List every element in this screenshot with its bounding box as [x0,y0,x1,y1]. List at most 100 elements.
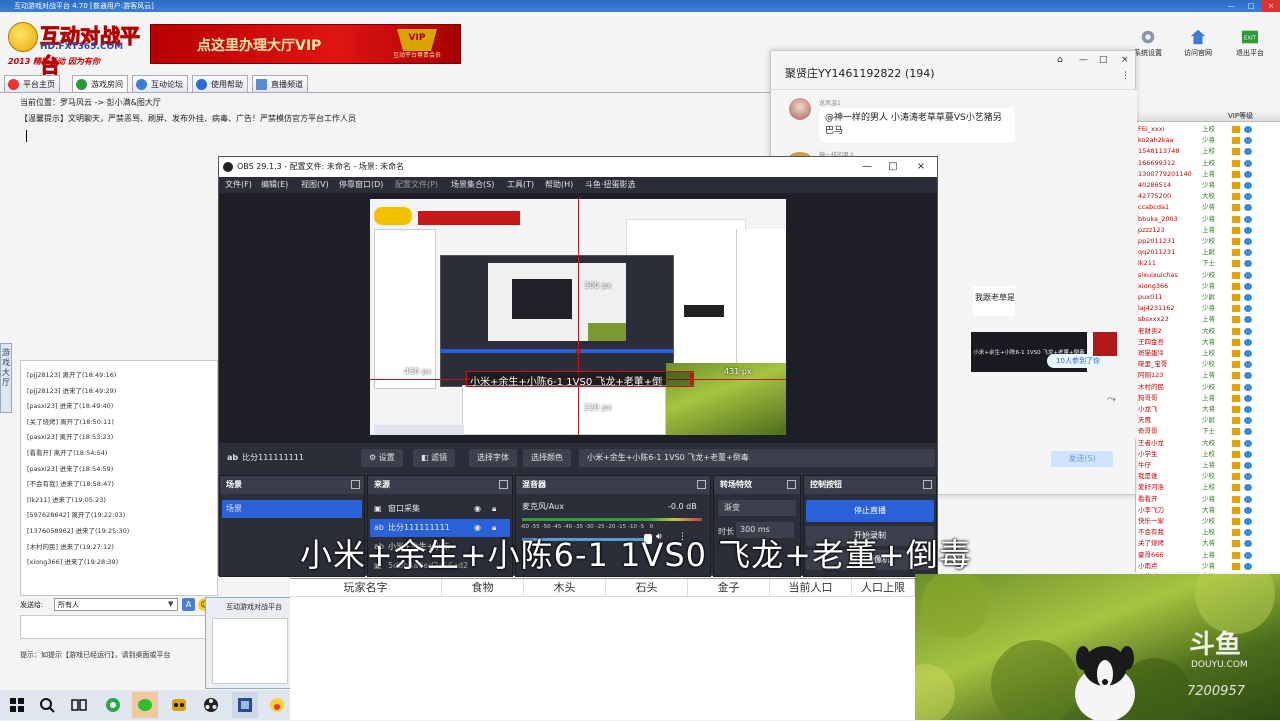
transform-handle[interactable] [690,373,694,385]
send-target-select[interactable]: 所有人 [54,598,178,611]
tab-live-channel[interactable]: 直播频道 [252,75,308,92]
menu-edit[interactable]: 编辑(E) [261,177,288,193]
popout-icon[interactable] [923,480,932,489]
user-list-row[interactable]: 豪哥666 上将 [1136,550,1280,561]
user-list-row[interactable]: bbuka_2003 少将 [1136,214,1280,225]
close-icon[interactable]: × [1262,0,1280,12]
mascot-app-icon[interactable] [268,696,286,714]
user-list-row[interactable]: laj4231162 少将 [1136,303,1280,314]
select-font-button[interactable]: 选择字体 [469,449,517,467]
user-list-row[interactable]: 阿刚123 上将 [1136,370,1280,381]
popout-icon[interactable] [697,480,706,489]
user-list-row[interactable]: 166699312 上校 [1136,158,1280,169]
join-count-badge[interactable]: 10人参到了你 [1047,354,1109,368]
text-source-input[interactable]: 小米+余生+小陈6-1 1VS0 飞龙+老董+倒毒 [579,449,935,467]
player-stats-table[interactable]: 玩家名字 食物 木头 石头 金子 当前人口 人口上限 [290,578,915,720]
user-list-row[interactable]: 不会有我 上校 [1136,527,1280,538]
user-list-row[interactable]: 木村的民 少校 [1136,382,1280,393]
popout-icon[interactable] [351,480,360,489]
user-list-row[interactable]: qq2011231 上尉 [1136,247,1280,258]
browser-icon[interactable] [104,696,122,714]
obs-canvas-area[interactable]: 300 px 450 px 431 px 220 px 小米+余生+小陈6-1 … [219,193,937,443]
vip-banner[interactable]: 点这里办理大厅VIP VIP 互动平台尊贵会员 [150,24,461,64]
wechat-app[interactable] [132,692,158,718]
menu-scene-collection[interactable]: 场景集合(S) [451,177,494,193]
minimize-icon[interactable]: — [1222,0,1240,12]
user-list-row[interactable]: 牛仔 上将 [1136,460,1280,471]
user-list-row[interactable]: 小学生 上校 [1136,449,1280,460]
transform-handle[interactable] [576,349,581,354]
menu-docks[interactable]: 停靠窗口(D) [339,177,383,193]
stats-column-header[interactable]: 金子 [688,579,770,597]
minimize-icon[interactable]: — [853,157,881,177]
user-list-row[interactable]: 快乐一家 少校 [1136,516,1280,527]
close-icon[interactable]: × [1121,55,1129,65]
user-list-row[interactable]: 42775200 大校 [1136,191,1280,202]
user-list-row[interactable]: sbsxxx23 上将 [1136,314,1280,325]
user-list-row[interactable]: pux011 少尉 [1136,292,1280,303]
user-list-row[interactable]: ko2ah2kaa 少将 [1136,135,1280,146]
obs-preview[interactable]: 300 px 450 px 431 px 220 px 小米+余生+小陈6-1 … [370,199,786,435]
user-list-row[interactable]: pzzz123 上将 [1136,225,1280,236]
menu-help[interactable]: 帮助(H) [545,177,573,193]
lobby-taskbar-app[interactable] [232,692,258,718]
visit-website-button[interactable]: 访问官网 [1180,28,1216,62]
lock-icon[interactable]: 🔒︎ [492,500,496,518]
menu-file[interactable]: 文件(F) [225,177,252,193]
source-filters-button[interactable]: ◧ 滤镜 [413,449,456,467]
obs-taskbar-icon[interactable] [202,696,220,714]
windows-start-icon[interactable] [8,696,26,714]
user-list-row[interactable]: 1548113748 上校 [1136,146,1280,157]
stats-column-header[interactable]: 石头 [606,579,688,597]
taskbar-preview-thumbnail[interactable]: 互动游戏对战平台 [205,597,293,689]
user-list-row[interactable]: 老财卖2 大校 [1136,326,1280,337]
user-list-row[interactable]: 小李飞刀 大将 [1136,505,1280,516]
lobby-chat-input[interactable] [20,615,218,639]
tab-platform-home[interactable]: 平台主页 [4,75,60,92]
menu-tools[interactable]: 工具(T) [507,177,534,193]
stats-column-header[interactable]: 食物 [442,579,524,597]
user-list-row[interactable]: FEI_xxxi 上校 [1136,124,1280,135]
user-list-row[interactable]: 斑猫蛋冷 上校 [1136,348,1280,359]
transition-type-select[interactable]: 渐变 [718,500,796,516]
maximize-icon[interactable]: □ [879,157,907,177]
source-item-window-capture[interactable]: ▣ 窗口采集 ◉ 🔒︎ [370,500,510,518]
tab-help[interactable]: 使用帮助 [192,75,248,92]
chevron-down-icon[interactable]: ▼ [168,598,173,611]
user-list-row[interactable]: 奇哥哥 下士 [1136,426,1280,437]
stop-streaming-button[interactable]: 停止直播 [806,500,934,522]
user-list-row[interactable]: 狗哥哥 上将 [1136,393,1280,404]
search-icon[interactable] [38,696,56,714]
close-icon[interactable]: × [907,157,935,177]
user-list-row[interactable]: pp2011231 少校 [1136,236,1280,247]
online-user-list[interactable]: VIP等级 FEI_xxxi 上校 ko2ah2kaa 少将 1548113748 上校 1… [1135,110,1280,581]
user-list-row[interactable]: 王者小龙 大校 [1136,438,1280,449]
select-color-button[interactable]: 选择颜色 [523,449,571,467]
user-list-row[interactable]: 小雨点 少将 [1136,561,1280,572]
user-list-row[interactable]: xiong366 少将 [1136,281,1280,292]
send-button[interactable]: 发送(S) [1051,451,1113,467]
user-list-row[interactable]: ccabcda1 少将 [1136,202,1280,213]
user-list-row[interactable]: 爱好河洛 上校 [1136,482,1280,493]
more-icon[interactable]: ⋮ [1121,71,1130,81]
stats-column-header[interactable]: 当前人口 [770,579,852,597]
popout-icon[interactable] [787,480,796,489]
platform-logo[interactable]: 互动对战平台 HD.FXT365.COM 2013 精彩互动 因为有你 [4,16,146,78]
video-message[interactable]: 小米+余生+小陈6-1 1VS0 飞龙+老董+倒毒 10人参到了你 [971,332,1109,372]
user-list-row[interactable]: sixuixuichas 少校 [1136,270,1280,281]
user-list-row[interactable]: lk211 下士 [1136,258,1280,269]
lobby-chat-log[interactable]: [pjj28123] 离开了(18:49:16) [pjj28123] 进来了(1… [20,360,218,596]
pin-icon[interactable]: ⌂ [1057,55,1063,65]
minimize-icon[interactable]: — [1079,55,1088,65]
avatar[interactable] [1093,332,1117,356]
stats-column-header[interactable]: 木头 [524,579,606,597]
maximize-icon[interactable]: □ [1099,55,1108,65]
popout-icon[interactable] [499,480,508,489]
task-view-icon[interactable] [70,696,88,714]
user-list-row[interactable]: 关了烧烤 大将 [1136,538,1280,549]
obs-window[interactable]: OBS 29.1.3 - 配置文件: 未命名 - 场景: 未命名 — □ × 文… [218,156,938,577]
user-list-row[interactable]: 晓里_宝哥 少校 [1136,359,1280,370]
user-list-row[interactable]: 我是谁 少校 [1136,471,1280,482]
user-list-row[interactable]: 1300779201140 上将 [1136,169,1280,180]
user-list-row[interactable]: 看看开 少将 [1136,494,1280,505]
